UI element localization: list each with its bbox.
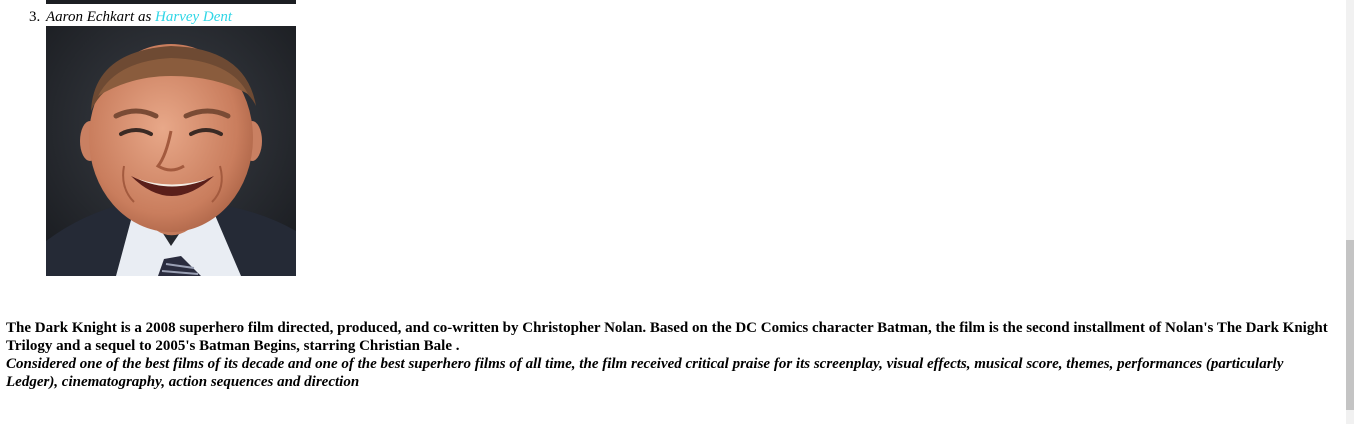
actor-name: Aaron Echkart	[46, 9, 135, 25]
character-link[interactable]: Harvey Dent	[155, 9, 232, 25]
scrollbar-thumb[interactable]	[1346, 240, 1354, 410]
portrait-image	[46, 26, 296, 276]
description-reception: Considered one of the best films of its …	[6, 356, 1284, 390]
connector-text: as	[134, 9, 156, 25]
cast-list-item: 3. Aaron Echkart as Harvey Dent	[29, 9, 232, 26]
description-summary: The Dark Knight is a 2008 superhero film…	[6, 320, 1328, 354]
list-number: 3.	[29, 9, 41, 25]
previous-cast-photo-edge	[46, 0, 296, 4]
actor-photo	[46, 26, 296, 276]
film-description: The Dark Knight is a 2008 superhero film…	[6, 319, 1336, 391]
